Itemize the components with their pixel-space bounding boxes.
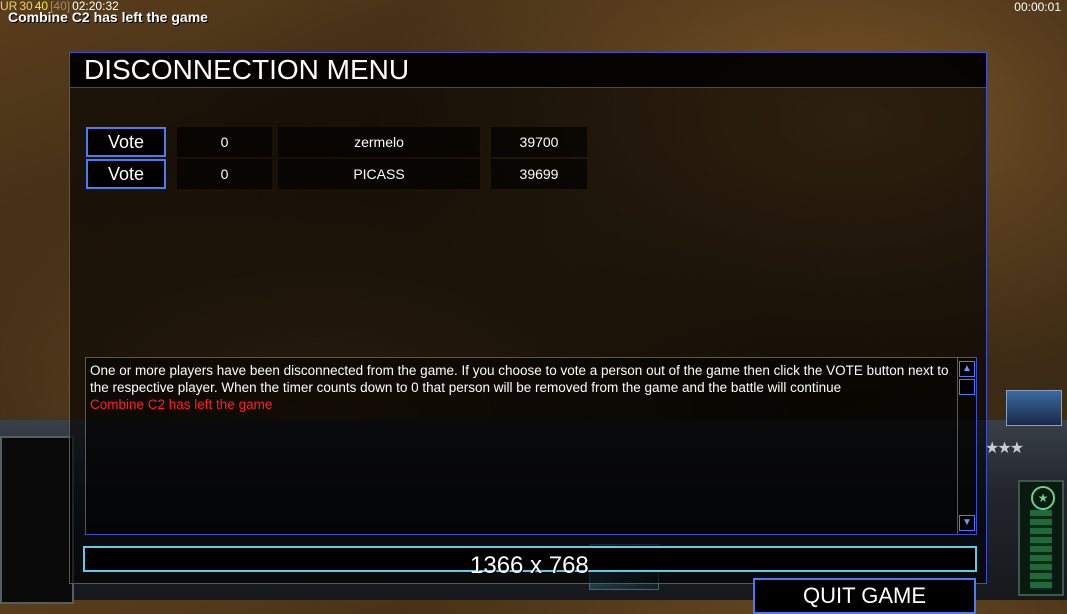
scroll-thumb[interactable]	[959, 379, 975, 395]
menu-body: Vote 0 zermelo 39700 Vote 0 PICASS 39699…	[70, 87, 986, 614]
instructions-text: One or more players have been disconnect…	[90, 363, 949, 395]
quit-game-button[interactable]: QUIT GAME	[753, 578, 976, 614]
star-emblem-icon: ★	[1031, 486, 1055, 510]
scroll-down-icon[interactable]: ▼	[959, 515, 975, 531]
rank-stars-icon: ★★★	[985, 440, 1024, 457]
clock: 00:00:01	[1014, 0, 1061, 14]
power-bar	[1030, 510, 1052, 590]
satellite-icon	[1006, 390, 1062, 426]
vote-button[interactable]: Vote	[86, 127, 166, 157]
page-title: DISCONNECTION MENU	[84, 54, 410, 85]
scrollbar[interactable]: ▲ ▼	[957, 358, 976, 534]
resolution-label: 1366 x 768	[470, 552, 589, 579]
disconnection-menu: DISCONNECTION MENU Vote 0 zermelo 39700 …	[69, 52, 987, 614]
hud-power-meter: ★	[1018, 480, 1064, 596]
left-notice: Combine C2 has left the game	[8, 9, 208, 25]
left-game-message: Combine C2 has left the game	[90, 397, 273, 412]
player-name: zermelo	[278, 127, 480, 157]
scroll-up-icon[interactable]: ▲	[959, 361, 975, 377]
player-timer: 39700	[491, 127, 587, 157]
message-text: One or more players have been disconnect…	[90, 362, 950, 413]
vote-button[interactable]: Vote	[86, 159, 166, 189]
hud-left-panel	[0, 436, 74, 604]
vote-count: 0	[177, 159, 272, 189]
title-bar: DISCONNECTION MENU	[70, 53, 986, 88]
player-name: PICASS	[278, 159, 480, 189]
vote-count: 0	[177, 127, 272, 157]
message-box: One or more players have been disconnect…	[85, 357, 977, 535]
player-timer: 39699	[491, 159, 587, 189]
